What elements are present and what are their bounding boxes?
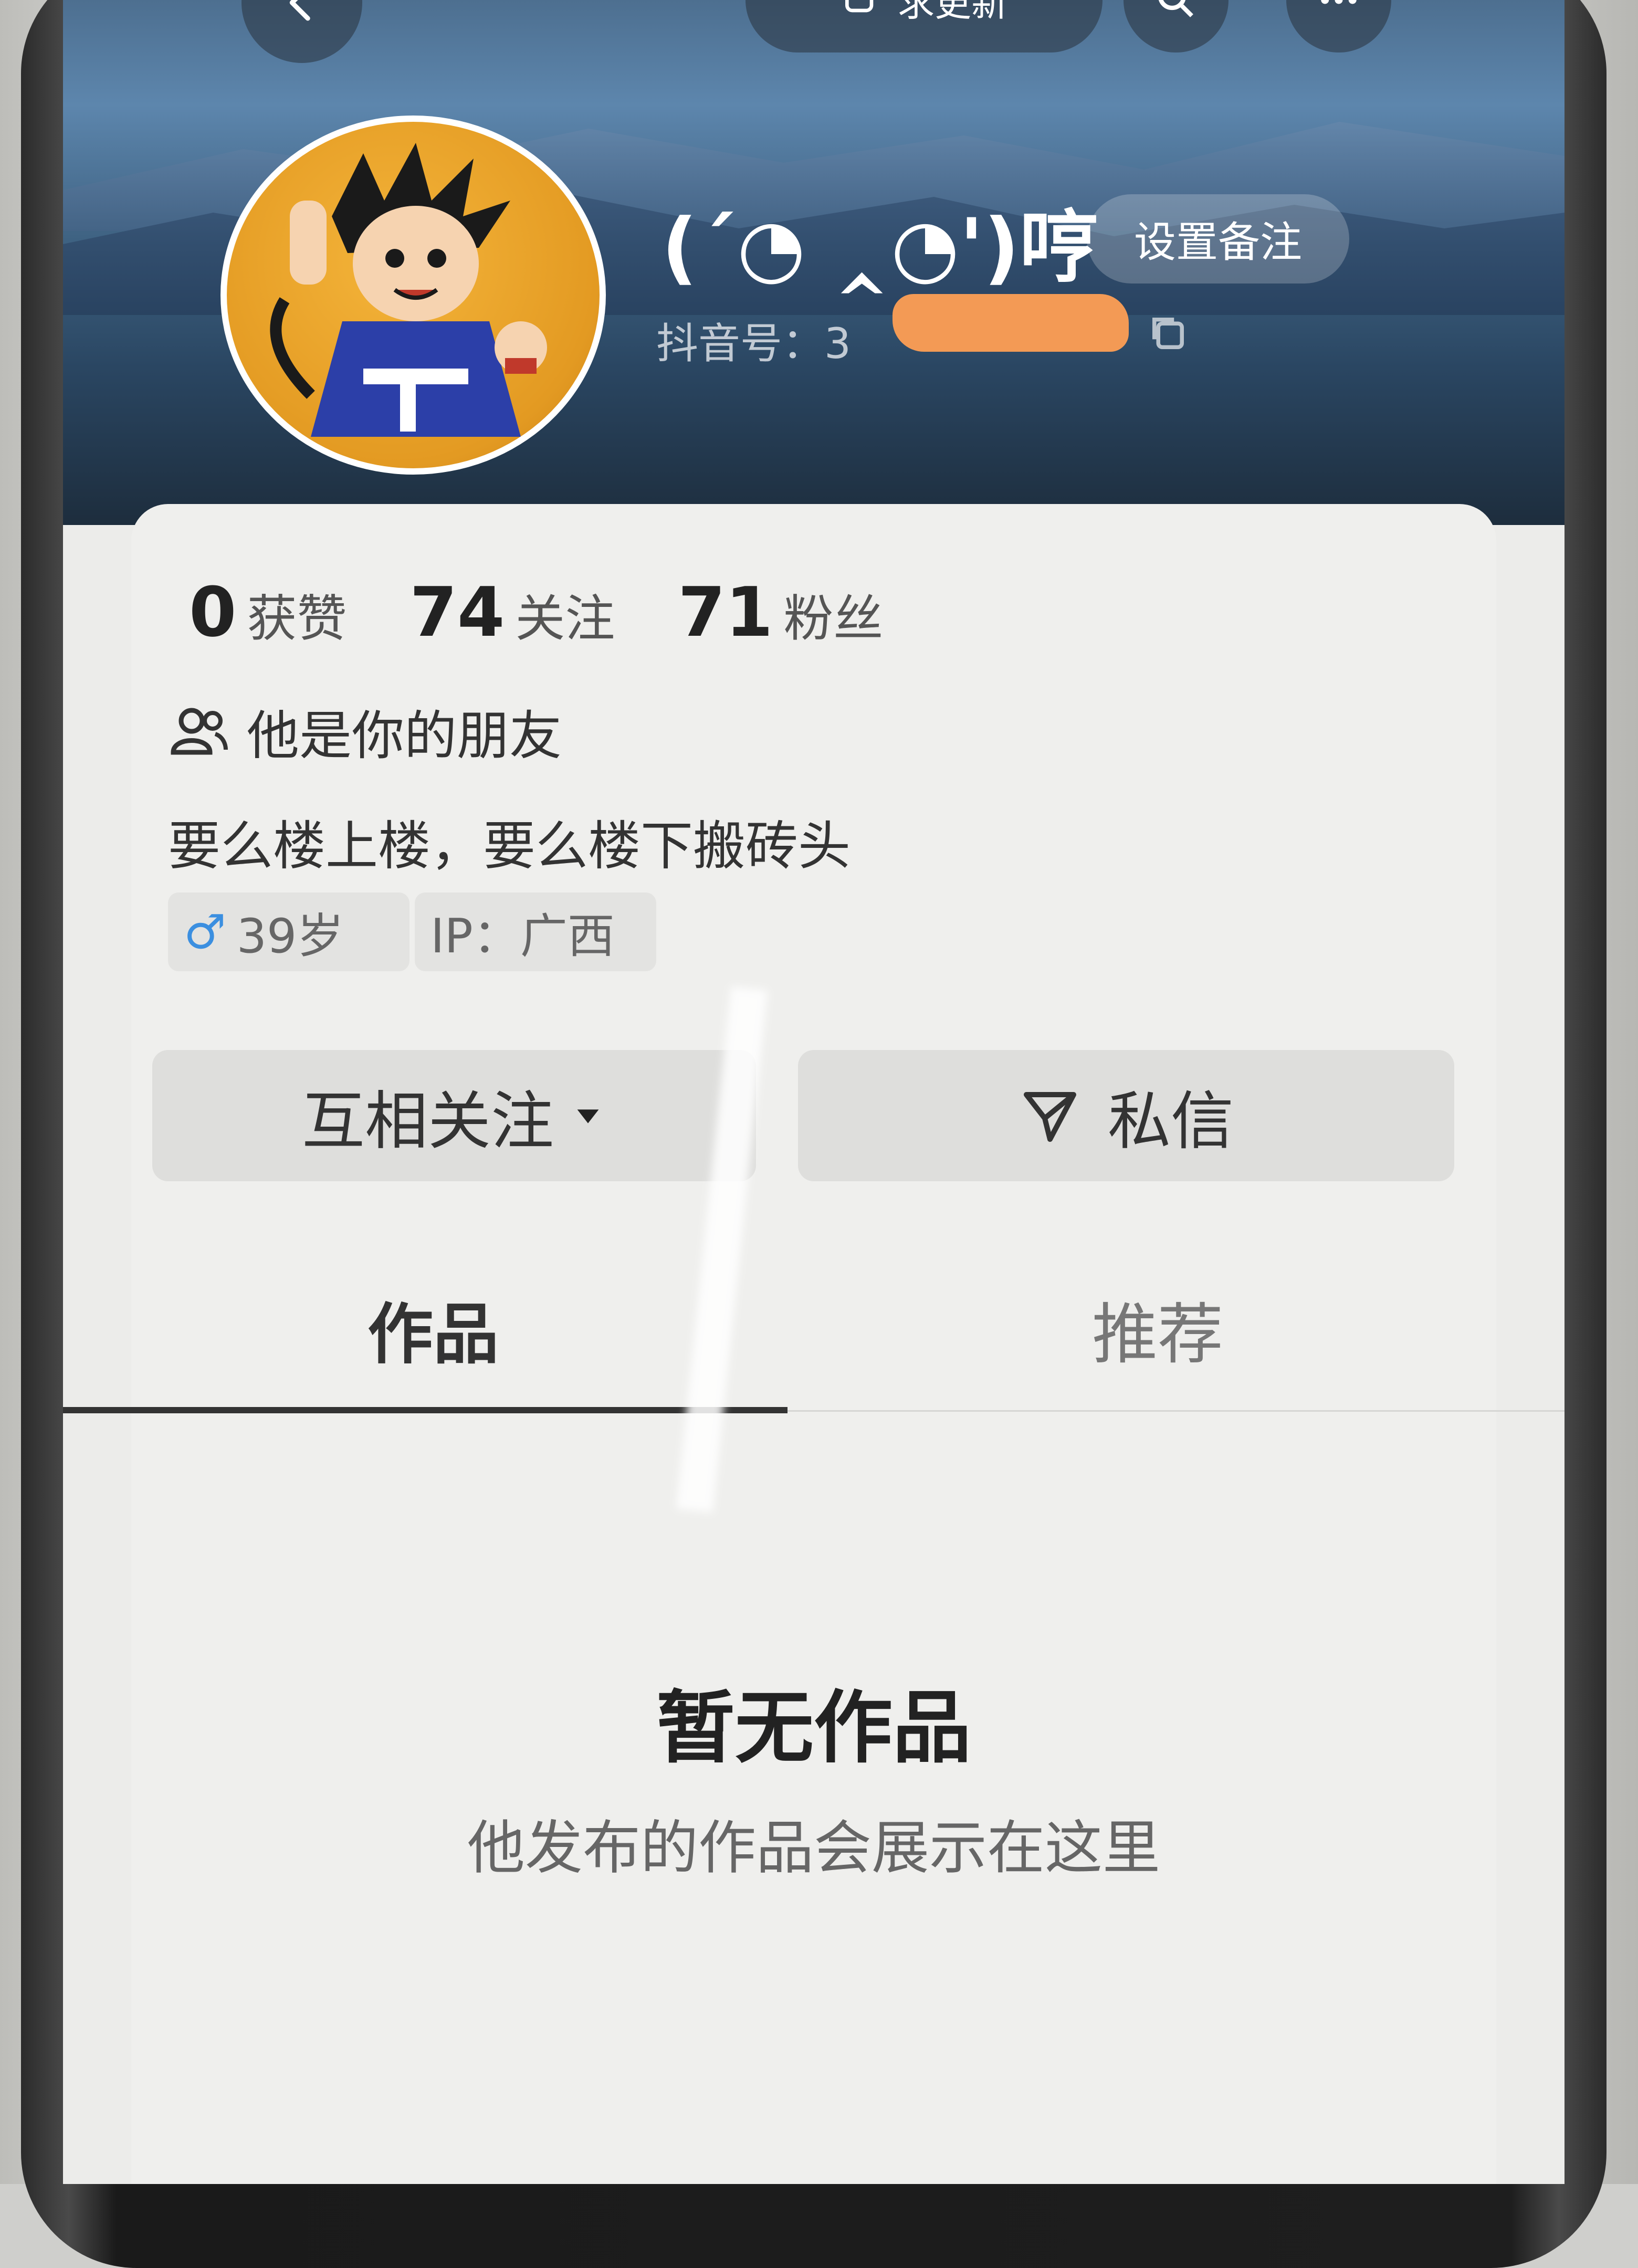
request-update-label: 求更新 — [898, 0, 1008, 25]
phone-screen: 求更新 (´◔ ‸◔')哼 设置备注 抖音号：3 0 获赞 74 关注 71 粉… — [63, 0, 1564, 2184]
friends-icon — [171, 708, 228, 754]
hand-icon — [845, 0, 874, 13]
tab-recommend[interactable]: 推荐 — [1092, 1281, 1223, 1376]
stat-value: 0 — [189, 572, 237, 652]
stat-following[interactable]: 74 关注 — [410, 572, 615, 652]
search-icon — [1158, 0, 1193, 17]
caret-down-icon — [577, 1109, 599, 1124]
male-icon: ♂ — [184, 904, 226, 960]
douyin-id: 抖音号：3 — [656, 319, 851, 368]
age-text: 39岁 — [236, 909, 344, 964]
stat-value: 74 — [410, 572, 505, 652]
redaction-mark — [892, 294, 1129, 352]
more-icon — [1321, 0, 1357, 4]
avatar[interactable] — [220, 116, 606, 475]
copy-icon[interactable] — [1144, 310, 1192, 357]
bio-text: 要么楼上楼，要么楼下搬砖头 — [168, 815, 850, 877]
stat-followers[interactable]: 71 粉丝 — [678, 572, 883, 652]
friend-text: 他是你的朋友 — [247, 705, 562, 766]
avatar-cartoon-image — [270, 143, 547, 437]
stat-label: 关注 — [515, 590, 615, 648]
send-icon — [1024, 1092, 1076, 1142]
message-button[interactable]: 私信 — [798, 1050, 1454, 1181]
ip-tag: IP：广西 — [415, 892, 656, 971]
tab-works[interactable]: 作品 — [368, 1281, 499, 1376]
request-update-button[interactable]: 求更新 — [746, 0, 1102, 52]
stat-label: 粉丝 — [783, 590, 884, 648]
profile-stats: 0 获赞 74 关注 71 粉丝 — [189, 572, 946, 652]
nickname: (´◔ ‸◔')哼 — [662, 202, 1098, 293]
empty-state-title: 暂无作品 — [656, 1683, 971, 1774]
chevron-left-icon — [289, 0, 310, 21]
friend-indicator: 他是你的朋友 — [168, 693, 562, 769]
message-label: 私信 — [1108, 1085, 1234, 1158]
active-tab-indicator — [63, 1407, 788, 1413]
age-tag: ♂ 39岁 — [168, 892, 410, 971]
mutual-follow-label: 互相关注 — [302, 1085, 554, 1158]
stat-value: 71 — [678, 572, 773, 652]
tab-divider — [788, 1410, 1564, 1412]
empty-state-subtitle: 他发布的作品会展示在这里 — [467, 1814, 1160, 1882]
set-remark-button[interactable]: 设置备注 — [1087, 194, 1349, 284]
stat-label: 获赞 — [247, 590, 347, 648]
stat-likes[interactable]: 0 获赞 — [189, 572, 346, 652]
mutual-follow-button[interactable]: 互相关注 — [152, 1050, 756, 1181]
